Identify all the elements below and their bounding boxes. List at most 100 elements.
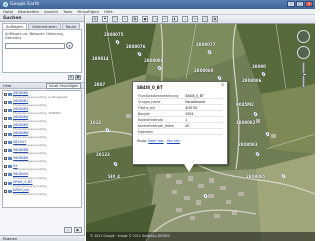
balloon-close-icon[interactable]: × [221, 83, 225, 87]
balloon-tail [184, 164, 194, 172]
visibility-checkbox[interactable] [4, 116, 7, 120]
zoom-slider-knob[interactable] [301, 73, 307, 76]
info-balloon: × SB4I8_0_BT Flurstückskennzeichnung SB4I… [132, 81, 228, 165]
list-item[interactable]: 2808085 Flurbereinigung Ausflug [4, 124, 80, 131]
planets-icon[interactable]: ◐ [172, 16, 178, 22]
placemark-icon [8, 173, 12, 177]
visibility-checkbox[interactable] [4, 141, 7, 145]
polygon-icon[interactable]: ⬠ [112, 16, 118, 22]
search-places-icon[interactable]: ⌕ [64, 227, 72, 233]
list-item[interactable]: 2808089 Flurbereinigung Ausflug [4, 156, 80, 164]
list-item[interactable]: 2808081 Flurbereinigung Ausflug [4, 99, 80, 107]
map-label[interactable]: 2808080 [194, 68, 213, 73]
map-label[interactable]: 2808077 [196, 42, 215, 47]
map-label[interactable]: SI0_4 [108, 174, 120, 179]
minimize-button[interactable]: – [287, 1, 295, 7]
search-panel-title[interactable]: Suchen [0, 15, 84, 22]
map-label[interactable]: 2808086 [242, 78, 261, 83]
visibility-checkbox[interactable] [4, 124, 7, 128]
search-input[interactable] [5, 42, 65, 49]
map-label[interactable]: 9045M2 [236, 102, 254, 107]
place-description: Flurbereinigung Ausflug [13, 167, 47, 172]
route-to-here-link[interactable]: Nach hier [148, 139, 163, 143]
map-view[interactable]: 2808075 2808076 280814 2808088 2808077 2… [86, 24, 315, 241]
places-toolbar: ⌕ ▶ [0, 225, 85, 235]
visibility-checkbox[interactable] [4, 165, 7, 169]
look-joystick-icon[interactable] [297, 46, 310, 59]
layers-header[interactable]: Ebenen [0, 235, 85, 241]
search-icon[interactable]: ⌕ [66, 42, 73, 49]
map-label[interactable]: 2808075 [104, 32, 123, 37]
menu-view[interactable]: Ansicht [44, 9, 58, 14]
map-label[interactable]: 2808076 [126, 44, 145, 49]
list-item[interactable]: 2808083 Flurbereinigung Ausflug, 2808083 [4, 108, 80, 115]
tab-businesses[interactable]: Unternehmen [27, 23, 61, 29]
visibility-checkbox[interactable] [4, 108, 7, 112]
list-item[interactable]: SB2947 Flurbereinigung Ausflug [4, 140, 80, 148]
table-row: Eigentum [137, 128, 223, 135]
visibility-checkbox[interactable] [4, 189, 7, 193]
menu-add[interactable]: Hinzufügen [77, 9, 99, 14]
add-content-button[interactable]: Inhalt hinzufügen [46, 82, 81, 89]
zoom-slider[interactable] [301, 62, 307, 88]
copy-icon[interactable]: ▣ [75, 75, 81, 80]
placemark-icon [8, 141, 12, 145]
window-titlebar: Google Earth – □ × [0, 0, 315, 9]
placemark-icon [8, 181, 12, 185]
map-label[interactable]: 2808082 [236, 120, 255, 125]
sidebar-toggle-icon[interactable]: ▤ [92, 16, 98, 22]
placemark-icon [8, 100, 12, 104]
visibility-checkbox[interactable] [4, 92, 7, 96]
places-list: 2808080 Flurbereinigung Ausflug, Ausflugg… [2, 90, 82, 208]
list-item[interactable]: 2808080 Flurbereinigung Ausflug, Ausflugg… [4, 91, 80, 99]
maps-icon[interactable]: ▣ [212, 16, 218, 22]
places-title[interactable]: Orte [3, 83, 11, 88]
map-label[interactable]: 2808085 [246, 174, 265, 179]
visibility-checkbox[interactable] [4, 132, 7, 136]
visibility-checkbox[interactable] [4, 157, 7, 161]
visibility-checkbox[interactable] [4, 173, 7, 177]
compass-icon[interactable] [297, 30, 310, 43]
maximize-button[interactable]: □ [296, 1, 304, 7]
map-toolbar: ▤ ⚑ ⬠ ∿ ▦ ● ◷ ☀ ◐ ⊥ ✉ ⎙ ▣ [86, 15, 315, 24]
map-label[interactable]: 2807 [94, 82, 105, 87]
tour-record-icon[interactable]: ● [142, 16, 148, 22]
email-icon[interactable]: ✉ [192, 16, 198, 22]
menu-tools[interactable]: Tools [63, 9, 72, 14]
list-item[interactable]: 2808084 Flurbereinigung Ausflug [4, 116, 80, 123]
balloon-route-links: Route: Nach hier - Von hier [137, 139, 180, 143]
list-item[interactable]: 2808088 Flurbereinigung Ausflug [4, 148, 80, 156]
list-item[interactable]: SP4I8_0_BT Flurbereinigung Ausflug [4, 180, 80, 188]
placemark-icon [8, 92, 12, 96]
visibility-checkbox[interactable] [4, 100, 7, 104]
tab-fly-to[interactable]: Anfliegen [2, 23, 27, 29]
path-icon[interactable]: ∿ [122, 16, 128, 22]
map-label[interactable]: 2808083 [238, 142, 257, 147]
list-item[interactable]: 2808090 Flurbereinigung Ausflug [4, 172, 80, 180]
list-item[interactable]: 2808086 Flurbereinigung Ausflug [4, 132, 80, 139]
visibility-checkbox[interactable] [4, 149, 7, 153]
placemark-icon[interactable]: ⚑ [102, 16, 108, 22]
sun-icon[interactable]: ☀ [162, 16, 168, 22]
map-label[interactable]: 2808088 [144, 58, 163, 63]
ruler-icon[interactable]: ⊥ [182, 16, 188, 22]
overlay-icon[interactable]: ▦ [132, 16, 138, 22]
map-label[interactable]: 1012 [90, 120, 101, 125]
print-icon[interactable]: ⎙ [202, 16, 208, 22]
list-item[interactable]: 05 Flurbereinigung Ausflug [4, 164, 80, 172]
history-icon[interactable]: ◷ [152, 16, 158, 22]
menu-file[interactable]: Datei [3, 9, 13, 14]
route-label: Route: [137, 139, 148, 143]
close-button[interactable]: × [305, 1, 313, 7]
tab-directions[interactable]: Route [61, 23, 81, 29]
menu-help[interactable]: Hilfe [104, 9, 113, 14]
map-label[interactable]: 28080 [252, 64, 266, 69]
list-item[interactable]: NACH_eg Flurbereinigung Ausflug [4, 189, 80, 196]
close-results-icon[interactable]: × [68, 75, 74, 80]
map-label[interactable]: 20123 [96, 152, 110, 157]
menu-edit[interactable]: Bearbeiten [18, 9, 39, 14]
route-from-here-link[interactable]: Von hier [167, 139, 180, 143]
tour-icon[interactable]: ▶ [74, 227, 82, 233]
map-label[interactable]: 280814 [92, 56, 109, 61]
visibility-checkbox[interactable] [4, 181, 7, 185]
